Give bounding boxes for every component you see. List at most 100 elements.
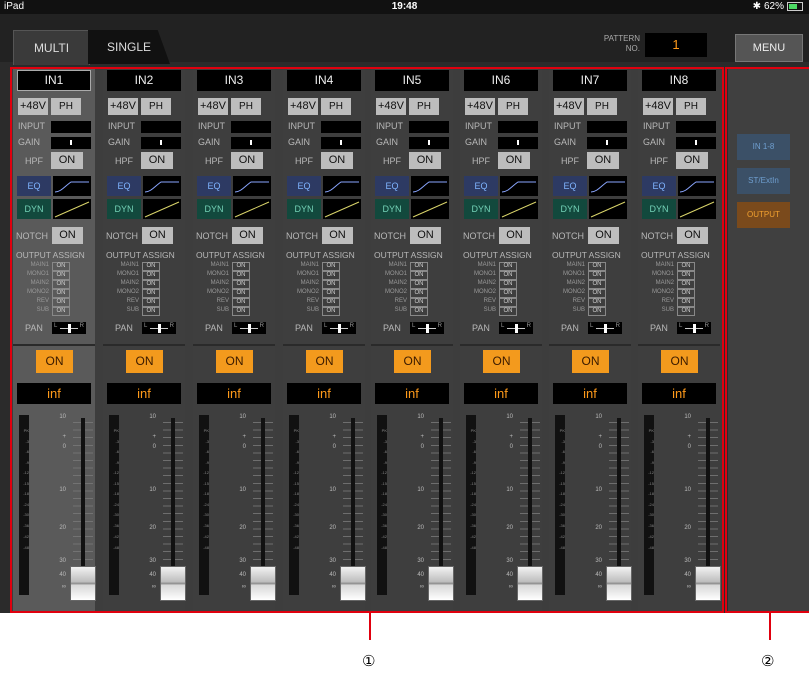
assign-toggle[interactable]: ON xyxy=(410,271,428,280)
fader-knob[interactable] xyxy=(70,566,96,601)
channel-name[interactable]: IN4 xyxy=(287,70,361,91)
in-1-8-button[interactable]: IN 1-8 xyxy=(737,134,790,160)
assign-toggle[interactable]: ON xyxy=(52,280,70,289)
fader-rail[interactable] xyxy=(81,418,85,590)
assign-toggle[interactable]: ON xyxy=(588,280,606,289)
eq-curve[interactable] xyxy=(53,176,91,196)
assign-toggle[interactable]: ON xyxy=(142,262,160,271)
dyn-curve[interactable] xyxy=(233,199,271,219)
phantom-power-button[interactable]: +48V xyxy=(376,98,406,115)
pan-control[interactable]: LR xyxy=(232,322,266,334)
hpf-on-button[interactable]: ON xyxy=(51,152,83,169)
channel-name[interactable]: IN3 xyxy=(197,70,271,91)
pattern-number[interactable]: 1 xyxy=(645,33,707,57)
assign-toggle[interactable]: ON xyxy=(499,307,517,316)
notch-on-button[interactable]: ON xyxy=(499,227,530,244)
hpf-on-button[interactable]: ON xyxy=(321,152,353,169)
menu-button[interactable]: MENU xyxy=(735,34,803,62)
gain-control[interactable] xyxy=(321,137,361,149)
hpf-on-button[interactable]: ON xyxy=(231,152,263,169)
channel-on-button[interactable]: ON xyxy=(216,350,253,373)
gain-control[interactable] xyxy=(51,137,91,149)
channel-on-button[interactable]: ON xyxy=(394,350,431,373)
eq-button[interactable]: EQ xyxy=(287,176,321,196)
fader-rail[interactable] xyxy=(439,418,443,590)
dyn-curve[interactable] xyxy=(411,199,449,219)
pan-control[interactable]: LR xyxy=(588,322,622,334)
gain-control[interactable] xyxy=(231,137,271,149)
ph-button[interactable]: PH xyxy=(321,98,351,115)
assign-toggle[interactable]: ON xyxy=(322,262,340,271)
fader-rail[interactable] xyxy=(261,418,265,590)
pan-control[interactable]: LR xyxy=(499,322,533,334)
ph-button[interactable]: PH xyxy=(409,98,439,115)
assign-toggle[interactable]: ON xyxy=(52,298,70,307)
assign-toggle[interactable]: ON xyxy=(322,307,340,316)
pan-control[interactable]: LR xyxy=(52,322,86,334)
assign-toggle[interactable]: ON xyxy=(677,262,695,271)
assign-toggle[interactable]: ON xyxy=(142,271,160,280)
fader-rail[interactable] xyxy=(706,418,710,590)
phantom-power-button[interactable]: +48V xyxy=(108,98,138,115)
assign-toggle[interactable]: ON xyxy=(52,289,70,298)
fader-rail[interactable] xyxy=(171,418,175,590)
assign-toggle[interactable]: ON xyxy=(232,289,250,298)
assign-toggle[interactable]: ON xyxy=(588,289,606,298)
notch-on-button[interactable]: ON xyxy=(142,227,173,244)
notch-on-button[interactable]: ON xyxy=(410,227,441,244)
eq-curve[interactable] xyxy=(678,176,716,196)
ph-button[interactable]: PH xyxy=(498,98,528,115)
assign-toggle[interactable]: ON xyxy=(410,298,428,307)
eq-curve[interactable] xyxy=(143,176,181,196)
channel-name[interactable]: IN5 xyxy=(375,70,449,91)
dyn-button[interactable]: DYN xyxy=(287,199,321,219)
assign-toggle[interactable]: ON xyxy=(410,307,428,316)
assign-toggle[interactable]: ON xyxy=(677,289,695,298)
dyn-curve[interactable] xyxy=(589,199,627,219)
ph-button[interactable]: PH xyxy=(51,98,81,115)
fader-knob[interactable] xyxy=(428,566,454,601)
phantom-power-button[interactable]: +48V xyxy=(288,98,318,115)
ph-button[interactable]: PH xyxy=(587,98,617,115)
phantom-power-button[interactable]: +48V xyxy=(18,98,48,115)
assign-toggle[interactable]: ON xyxy=(499,262,517,271)
assign-toggle[interactable]: ON xyxy=(677,298,695,307)
phantom-power-button[interactable]: +48V xyxy=(643,98,673,115)
channel-on-button[interactable]: ON xyxy=(126,350,163,373)
fader-knob[interactable] xyxy=(517,566,543,601)
channel-name[interactable]: IN2 xyxy=(107,70,181,91)
dyn-button[interactable]: DYN xyxy=(553,199,587,219)
hpf-on-button[interactable]: ON xyxy=(498,152,530,169)
gain-control[interactable] xyxy=(676,137,716,149)
eq-button[interactable]: EQ xyxy=(17,176,51,196)
channel-on-button[interactable]: ON xyxy=(483,350,520,373)
dyn-button[interactable]: DYN xyxy=(107,199,141,219)
assign-toggle[interactable]: ON xyxy=(410,280,428,289)
dyn-button[interactable]: DYN xyxy=(197,199,231,219)
assign-toggle[interactable]: ON xyxy=(322,298,340,307)
assign-toggle[interactable]: ON xyxy=(588,271,606,280)
eq-curve[interactable] xyxy=(233,176,271,196)
assign-toggle[interactable]: ON xyxy=(52,271,70,280)
fader-rail[interactable] xyxy=(351,418,355,590)
channel-name[interactable]: IN1 xyxy=(17,70,91,91)
channel-on-button[interactable]: ON xyxy=(306,350,343,373)
fader-knob[interactable] xyxy=(606,566,632,601)
tab-single[interactable]: SINGLE xyxy=(88,30,170,64)
assign-toggle[interactable]: ON xyxy=(142,307,160,316)
eq-button[interactable]: EQ xyxy=(375,176,409,196)
fader-knob[interactable] xyxy=(695,566,721,601)
dyn-curve[interactable] xyxy=(53,199,91,219)
dyn-button[interactable]: DYN xyxy=(642,199,676,219)
pan-control[interactable]: LR xyxy=(322,322,356,334)
gain-control[interactable] xyxy=(409,137,449,149)
gain-control[interactable] xyxy=(498,137,538,149)
assign-toggle[interactable]: ON xyxy=(322,271,340,280)
assign-toggle[interactable]: ON xyxy=(410,262,428,271)
notch-on-button[interactable]: ON xyxy=(52,227,83,244)
dyn-curve[interactable] xyxy=(143,199,181,219)
channel-on-button[interactable]: ON xyxy=(661,350,698,373)
assign-toggle[interactable]: ON xyxy=(410,289,428,298)
dyn-curve[interactable] xyxy=(323,199,361,219)
notch-on-button[interactable]: ON xyxy=(232,227,263,244)
